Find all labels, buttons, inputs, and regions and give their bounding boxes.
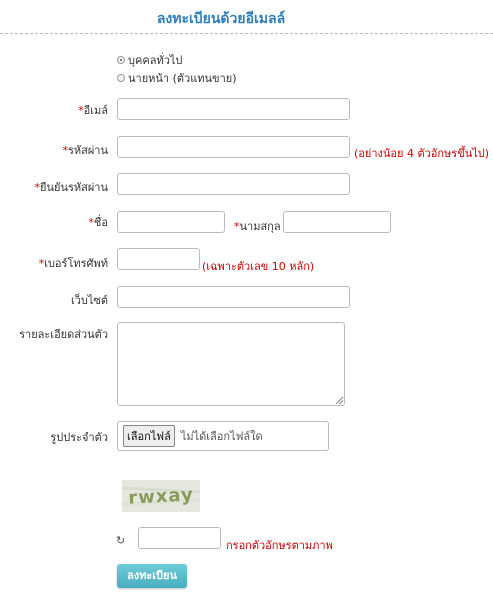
password-hint: (อย่างน้อย 4 ตัวอักษรขึ้นไป) [354,147,490,160]
first-name-label: *ชื่อ [88,213,108,231]
first-name-field[interactable] [117,211,225,233]
confirm-password-label: *ยืนยันรหัสผ่าน [35,178,108,196]
first-name-label-text: ชื่อ [93,216,108,229]
account-type-general-label: บุคคลทั่วไป [128,54,183,67]
choose-file-button[interactable]: เลือกไฟล์ [123,425,175,447]
account-type-general[interactable]: บุคคลทั่วไป [117,51,182,69]
resize-grip-icon[interactable] [336,397,343,404]
password-field[interactable] [117,136,350,158]
avatar-file-input[interactable]: เลือกไฟล์ ไม่ได้เลือกไฟล์ใด [117,421,329,451]
title-divider [0,33,493,34]
last-name-field[interactable] [283,211,391,233]
register-button[interactable]: ลงทะเบียน [117,564,187,588]
page-title: ลงทะเบียนด้วยอีเมลล์ [156,11,286,27]
confirm-password-field[interactable] [117,173,350,195]
file-status: ไม่ได้เลือกไฟล์ใด [180,430,263,443]
email-label: *อีเมล์ [78,101,108,119]
last-name-label-text: นามสกุล [239,220,281,233]
radio-selected-icon[interactable] [117,56,125,64]
captcha-text: rwxay [128,484,194,508]
website-field[interactable] [117,286,350,308]
radio-unselected-icon[interactable] [117,74,125,82]
phone-label-text: เบอร์โทรศัพท์ [44,257,108,270]
account-type-agent-label: นายหน้า (ตัวแทนขาย) [128,72,237,85]
details-textarea[interactable] [117,322,345,406]
phone-field[interactable] [117,248,200,270]
email-field[interactable] [117,98,350,120]
password-label-text: รหัสผ่าน [67,144,108,157]
account-type-agent[interactable]: นายหน้า (ตัวแทนขาย) [117,69,237,87]
captcha-image: rwxay [122,480,200,512]
avatar-label: รูปประจำตัว [50,431,108,444]
confirm-password-label-text: ยืนยันรหัสผ่าน [40,181,108,194]
phone-label: *เบอร์โทรศัพท์ [39,254,108,272]
details-label: รายละเอียดส่วนตัว [19,328,108,341]
captcha-hint: กรอกตัวอักษรตามภาพ [226,539,333,552]
password-label: *รหัสผ่าน [62,141,108,159]
website-label: เว็บไซต์ [70,294,108,307]
refresh-icon[interactable]: ↻ [116,534,125,547]
captcha-field[interactable] [138,527,221,549]
last-name-label: *นามสกุล [234,217,281,235]
email-label-text: อีเมล์ [83,104,108,117]
phone-hint: (เฉพาะตัวเลข 10 หลัก) [202,260,315,273]
